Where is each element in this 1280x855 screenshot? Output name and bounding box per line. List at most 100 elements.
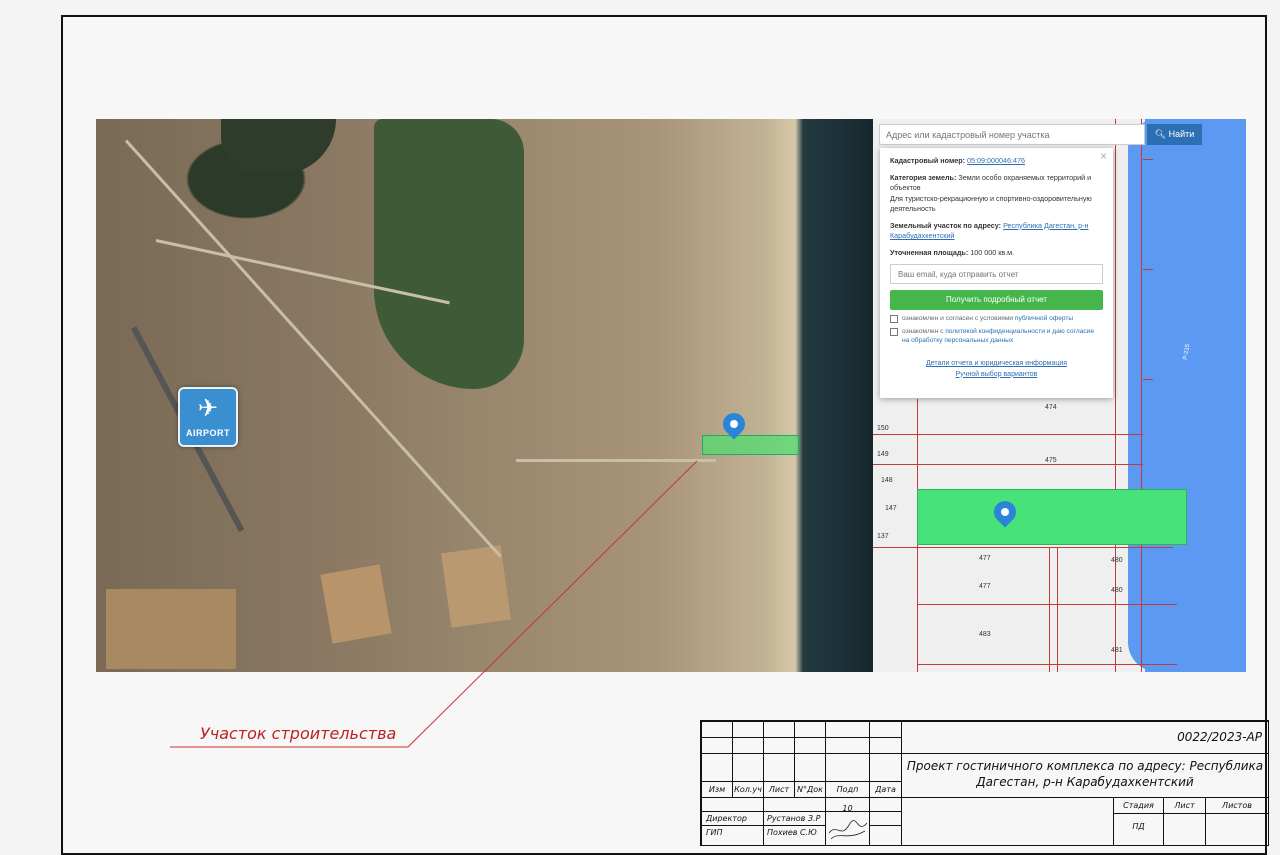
details-link[interactable]: Детали отчета и юридическая информация (890, 359, 1103, 370)
plot-number: 149 (877, 451, 889, 458)
sheet-label: Лист (1164, 798, 1206, 814)
address-label: Земельный участок по адресу: (890, 220, 1002, 230)
grid-cell (826, 722, 870, 738)
grid-cell (795, 738, 826, 754)
grid-cell (702, 798, 764, 812)
sheet-value (1164, 814, 1206, 846)
email-field[interactable] (890, 264, 1103, 284)
close-icon[interactable]: × (1100, 150, 1107, 161)
area-value: 100 000 кв.м. (970, 247, 1015, 257)
plot-number: 480 (1111, 587, 1123, 594)
grid-cell (795, 722, 826, 738)
grid-cell (733, 722, 764, 738)
search-icon: 🔍︎ (1154, 129, 1167, 139)
road (516, 459, 716, 462)
plot-number: 477 (979, 583, 991, 590)
consent-text: ознакомлен и согласен с условиями (902, 315, 1015, 322)
checkbox[interactable] (890, 328, 898, 336)
cadastral-number-row: Кадастровый номер: 05:09:000046:476 (890, 156, 1103, 167)
consent-checkbox-privacy[interactable]: ознакомлен с политикой конфиденциальност… (890, 327, 1103, 345)
grid-cell (870, 826, 902, 846)
usage-value: Для туристско-рекрационную и спортивно-о… (890, 193, 1092, 214)
stage-value: ПД (1114, 814, 1164, 846)
grid-cell (902, 798, 1114, 846)
boundary-line (873, 434, 1143, 435)
boundary-line (873, 547, 1173, 548)
sheets-value (1206, 814, 1269, 846)
get-report-button[interactable]: Получить подробный отчет (890, 290, 1103, 310)
boundary-line (1143, 379, 1153, 380)
boundary-line (1143, 269, 1153, 270)
role-gip: ГИП (702, 826, 764, 846)
checkbox[interactable] (890, 315, 898, 323)
search-button-label: Найти (1168, 129, 1195, 139)
category-row: Категория земель: Земли особо охраняемых… (890, 173, 1103, 215)
cadastral-plot-highlight[interactable] (917, 489, 1187, 545)
grid-cell (826, 738, 870, 754)
popup-links: Детали отчета и юридическая информация Р… (890, 359, 1103, 380)
boundary-line (1049, 547, 1050, 672)
grid-cell (764, 754, 795, 782)
project-name: Проект гостиничного комплекса по адресу:… (902, 754, 1269, 798)
address-row: Земельный участок по адресу: Республика … (890, 221, 1103, 242)
grid-cell (870, 754, 902, 782)
grid-cell (870, 722, 902, 738)
consent-checkbox-offer[interactable]: ознакомлен и согласен с условиями публич… (890, 314, 1103, 323)
name-director: Рустанов З.Р (764, 812, 826, 826)
grid-cell (702, 722, 733, 738)
sheets-label: Листов (1206, 798, 1269, 814)
manual-selection-link[interactable]: Ручной выбор вариантов (890, 370, 1103, 381)
col-ndok: N°Док (795, 782, 826, 798)
field (320, 564, 392, 644)
doc-code: 0022/2023-АР (902, 722, 1269, 754)
grid-cell (795, 754, 826, 782)
plot-number: 477 (979, 555, 991, 562)
cadastral-number-link[interactable]: 05:09:000046:476 (967, 156, 1025, 165)
col-list: Лист (764, 782, 795, 798)
signature-icon (828, 820, 867, 840)
plot-number: 147 (885, 505, 897, 512)
plot-number: 474 (1045, 404, 1057, 411)
name-gip: Похиев С.Ю (764, 826, 826, 846)
airplane-icon: ✈ (197, 394, 219, 422)
grid-cell (733, 738, 764, 754)
sea (1145, 119, 1246, 672)
offer-link[interactable]: публичной оферты (1015, 315, 1073, 322)
area-row: Уточненная площадь: 100 000 кв.м. (890, 248, 1103, 259)
plot-number: 481 (1111, 647, 1123, 654)
plot-number: 150 (877, 425, 889, 432)
col-koluch: Кол.уч (733, 782, 764, 798)
col-podp: Подп (826, 782, 870, 798)
site-plot-highlight[interactable] (702, 435, 799, 455)
boundary-line (1141, 119, 1142, 672)
category-label: Категория земель: (890, 172, 957, 182)
stage-label: Стадия (1114, 798, 1164, 814)
grid-cell (702, 754, 733, 782)
field (106, 589, 236, 669)
grid-cell (826, 754, 870, 782)
satellite-map[interactable]: ✈ AIRPORT (96, 119, 873, 672)
grid-cell (870, 798, 902, 812)
search-button[interactable]: 🔍︎ Найти (1147, 124, 1202, 145)
cadastral-number-label: Кадастровый номер: (890, 156, 966, 165)
col-data: Дата (870, 782, 902, 798)
airport-label: AIRPORT (186, 428, 230, 438)
plot-info-popup: × Кадастровый номер: 05:09:000046:476 Ка… (880, 148, 1113, 398)
role-director: Директор (702, 812, 764, 826)
grid-cell (733, 754, 764, 782)
consent-text: ознакомлен с (902, 328, 946, 335)
boundary-line (873, 464, 1143, 465)
boundary-line (1143, 159, 1153, 160)
col-izm: Изм (702, 782, 733, 798)
airport-badge[interactable]: ✈ AIRPORT (178, 387, 238, 447)
grid-cell (764, 722, 795, 738)
boundary-line (917, 604, 1177, 605)
plot-number: 475 (1045, 457, 1057, 464)
grid-cell (870, 738, 902, 754)
plot-number: 480 (1111, 557, 1123, 564)
grid-cell (870, 812, 902, 826)
plot-number: 148 (881, 477, 893, 484)
plot-number: 137 (877, 533, 889, 540)
search-input[interactable] (879, 124, 1145, 145)
signature-cell: 10 (826, 798, 870, 846)
